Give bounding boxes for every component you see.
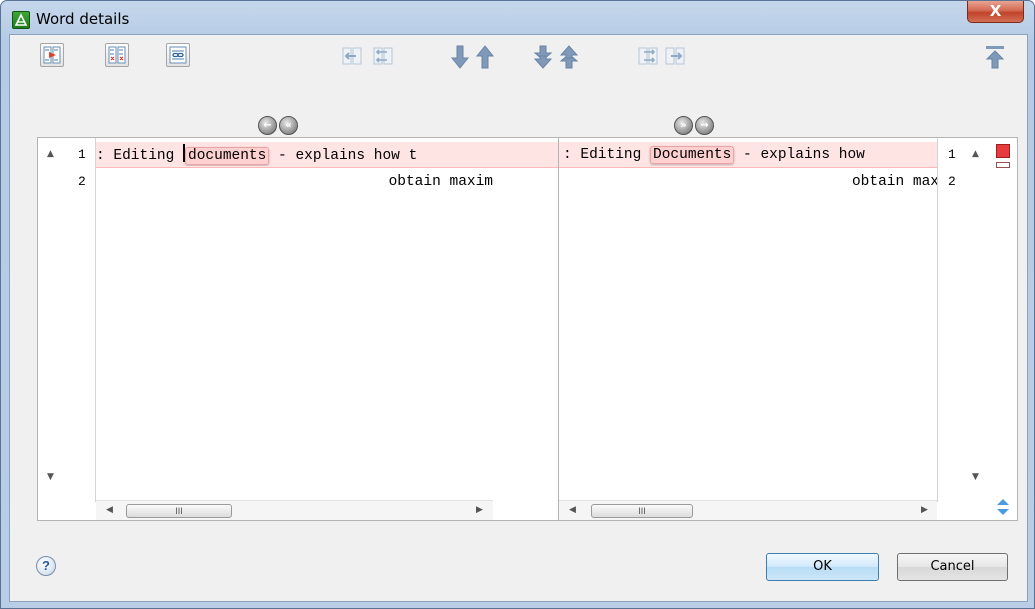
right-next-icon[interactable]: → (695, 116, 714, 135)
right-line-1-suffix: - explains how (734, 147, 865, 163)
previous-change-icon[interactable] (475, 45, 495, 69)
next-change-icon[interactable] (450, 45, 470, 69)
right-nav-pair: » → (674, 116, 714, 135)
left-editor-pane[interactable]: ▲ ▼ 1 2 : Editing documents - explains h… (37, 137, 494, 521)
left-code-line-2[interactable]: obtain maxim (96, 171, 493, 193)
copy-all-right-icon[interactable] (637, 45, 659, 67)
title-bar[interactable]: Word details X (1, 1, 1034, 35)
connector-highlight (493, 142, 559, 168)
left-line-number: 1 (78, 147, 86, 162)
right-horizontal-scrollbar[interactable]: ◀ III ▶ (559, 500, 937, 520)
left-code-line-1[interactable]: : Editing documents - explains how t (96, 144, 493, 166)
right-gutter: 1 2 ▲ ▼ (937, 138, 987, 502)
right-line-1-prefix: : Editing (563, 147, 651, 163)
right-scroll-left-icon[interactable]: ◀ (569, 505, 576, 515)
right-last-icon[interactable]: » (674, 116, 693, 135)
right-code-line-1[interactable]: : Editing Documents - explains how (563, 144, 939, 166)
left-word-change: documents (185, 147, 270, 165)
right-line-number: 2 (948, 174, 956, 189)
ok-button[interactable]: OK (766, 553, 879, 581)
left-scroll-right-icon[interactable]: ▶ (476, 505, 483, 515)
compare-button[interactable] (40, 43, 64, 67)
left-horizontal-scrollbar[interactable]: ◀ III ▶ (96, 500, 493, 520)
overview-viewport-marker[interactable] (996, 162, 1010, 168)
first-change-icon[interactable] (984, 45, 1006, 69)
left-scroll-thumb[interactable]: III (126, 504, 232, 518)
close-button[interactable]: X (967, 1, 1024, 23)
left-scroll-up-icon[interactable]: ▲ (47, 149, 54, 159)
left-prev-icon[interactable]: ← (258, 116, 277, 135)
link-scroll-button[interactable] (166, 43, 190, 67)
diff-options-button[interactable] (105, 43, 129, 67)
right-scroll-thumb[interactable]: III (591, 504, 693, 518)
right-line-number: 1 (948, 147, 956, 162)
help-icon[interactable]: ? (36, 556, 56, 576)
left-scroll-down-icon[interactable]: ▼ (47, 472, 54, 482)
right-word-change: Documents (650, 146, 735, 164)
left-line-1-prefix: : Editing (96, 148, 184, 164)
copy-left-icon[interactable] (341, 45, 363, 67)
left-nav-pair: ← « (258, 116, 298, 135)
link-scroll-icon (169, 46, 187, 64)
right-editor-pane[interactable]: : Editing Documents - explains how obtai… (558, 137, 987, 521)
diff-overview-ruler[interactable] (986, 137, 1018, 521)
window-title: Word details (36, 10, 130, 28)
right-scroll-down-icon[interactable]: ▼ (972, 472, 979, 482)
dialog-window: Word details X ← « » → ▲ ▼ 1 2: Editing… (0, 0, 1035, 609)
left-line-number: 2 (78, 174, 86, 189)
left-line-1-suffix: - explains how t (269, 148, 418, 164)
right-code-line-2[interactable]: obtain max (563, 171, 939, 193)
app-logo-icon (12, 11, 30, 29)
next-block-icon[interactable] (532, 45, 554, 69)
left-gutter: ▲ ▼ 1 2 (38, 138, 96, 502)
sync-scroll-icon[interactable] (996, 498, 1010, 516)
cancel-button[interactable]: Cancel (897, 553, 1008, 581)
copy-right-icon[interactable] (664, 45, 686, 67)
previous-block-icon[interactable] (558, 45, 580, 69)
copy-all-left-icon[interactable] (372, 45, 394, 67)
overview-change-marker[interactable] (996, 144, 1010, 158)
diff-connector-area (493, 137, 559, 521)
left-scroll-left-icon[interactable]: ◀ (106, 505, 113, 515)
right-scroll-right-icon[interactable]: ▶ (921, 505, 928, 515)
diff-options-icon (108, 46, 126, 64)
left-first-icon[interactable]: « (279, 116, 298, 135)
right-scroll-up-icon[interactable]: ▲ (972, 149, 979, 159)
compare-icon (43, 46, 61, 64)
